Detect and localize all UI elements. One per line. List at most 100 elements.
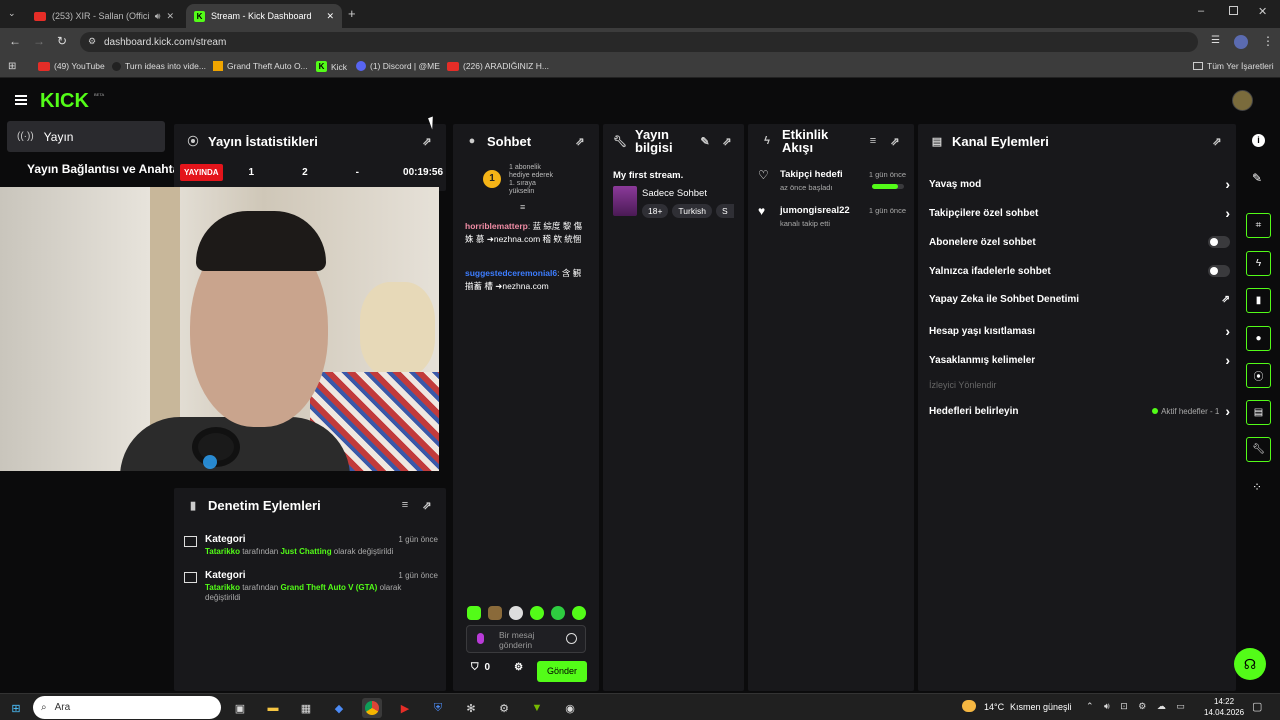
forward-icon[interactable]: → bbox=[33, 34, 45, 48]
mod-entry-user[interactable]: Tatarikko bbox=[205, 583, 240, 592]
popout-icon[interactable]: ⇗ bbox=[1210, 134, 1224, 148]
weather-temp[interactable]: 14°C bbox=[984, 702, 1004, 712]
ai-moderation-row[interactable]: Yapay Zeka ile Sohbet Denetimi ⇗ bbox=[929, 294, 1230, 305]
banned-words-row[interactable]: Yasaklanmış kelimeler › bbox=[929, 352, 1230, 368]
rail-button-stats[interactable]: ⌗ bbox=[1246, 213, 1271, 238]
chat-username[interactable]: horriblematterp bbox=[465, 221, 528, 231]
emote-icon[interactable] bbox=[551, 606, 565, 620]
send-button[interactable]: Gönder bbox=[537, 661, 587, 682]
chatgpt-icon[interactable]: ✻ bbox=[461, 698, 481, 718]
account-age-row[interactable]: Hesap yaşı kısıtlaması › bbox=[929, 323, 1230, 339]
followers-only-row[interactable]: Takipçilere özel sohbet › bbox=[929, 205, 1230, 221]
all-bookmarks[interactable]: Tüm Yer İşaretleri bbox=[1193, 61, 1274, 71]
clock-time[interactable]: 14:22 bbox=[1214, 697, 1234, 706]
kick-logo[interactable]: KICK bbox=[40, 90, 89, 113]
tag[interactable]: S bbox=[715, 204, 734, 218]
emote-icon[interactable] bbox=[509, 606, 523, 620]
filter-icon[interactable]: ≡ bbox=[398, 498, 412, 512]
rail-button-broadcast[interactable]: ⦿ bbox=[1246, 363, 1271, 388]
bookmark-gta[interactable]: Grand Theft Auto O... bbox=[213, 61, 308, 71]
chat-username[interactable]: suggestedceremonial6 bbox=[465, 268, 557, 278]
bookmark-youtube[interactable]: (49) YouTube bbox=[38, 61, 105, 71]
mod-entry-user[interactable]: Tatarikko bbox=[205, 547, 240, 556]
site-info-icon[interactable]: ⚙ bbox=[88, 36, 96, 47]
bookmark-kick[interactable]: K Kick bbox=[316, 61, 347, 72]
youtube-app-icon[interactable]: ▶ bbox=[395, 698, 415, 718]
popout-icon[interactable]: ⇗ bbox=[420, 134, 434, 148]
emote-icon[interactable] bbox=[488, 606, 502, 620]
editor-icon[interactable]: ◆ bbox=[329, 698, 349, 718]
subscribers-only-toggle[interactable] bbox=[1208, 236, 1230, 248]
rail-button-activity[interactable]: ϟ bbox=[1246, 251, 1271, 276]
activity-item-title[interactable]: jumongisreal22 bbox=[780, 205, 850, 216]
chrome-icon[interactable] bbox=[362, 698, 382, 718]
bookmark-discord[interactable]: (1) Discord | @ME bbox=[356, 61, 440, 71]
hamburger-icon[interactable] bbox=[15, 95, 27, 105]
bookmark-aradiginiz[interactable]: (226) ARADIĞINIZ H... bbox=[447, 61, 549, 71]
emotes-only-toggle[interactable] bbox=[1208, 265, 1230, 277]
popout-icon[interactable]: ⇗ bbox=[720, 134, 734, 148]
reload-icon[interactable]: ↻ bbox=[57, 34, 67, 48]
collapse-icon[interactable]: ≡ bbox=[520, 202, 525, 212]
filter-icon[interactable]: ≡ bbox=[866, 134, 880, 148]
settings-icon[interactable]: ⚙ bbox=[514, 662, 523, 673]
category-name[interactable]: Sadece Sohbet bbox=[642, 188, 707, 199]
edit-layout-icon[interactable]: ✎ bbox=[1252, 171, 1262, 185]
clock-date[interactable]: 14.04.2026 bbox=[1204, 708, 1244, 717]
windows-start-icon[interactable]: ⊞ bbox=[6, 698, 26, 718]
menu-icon[interactable]: ⋮ bbox=[1262, 34, 1274, 48]
emote-icon[interactable] bbox=[467, 606, 481, 620]
rail-button-channel[interactable]: ▤ bbox=[1246, 400, 1271, 425]
notifications-icon[interactable]: ▢ bbox=[1252, 700, 1262, 713]
mod-entry-target[interactable]: Just Chatting bbox=[280, 547, 331, 556]
tray-icons[interactable]: ⌃ 🔊︎ ⊡ ⚙ ☁ ▭ bbox=[1086, 701, 1189, 712]
emoji-icon[interactable] bbox=[566, 633, 577, 644]
more-icon[interactable]: ⁘ bbox=[1252, 480, 1262, 494]
profile-avatar[interactable] bbox=[1234, 35, 1248, 49]
goals-row[interactable]: Hedefleri belirleyin Aktif hedefler - 1 › bbox=[929, 403, 1230, 419]
tag[interactable]: 18+ bbox=[642, 204, 669, 218]
slow-mode-row[interactable]: Yavaş mod › bbox=[929, 176, 1230, 192]
popout-icon[interactable]: ⇗ bbox=[420, 498, 434, 512]
rail-button-chat[interactable]: ● bbox=[1246, 326, 1271, 351]
close-tab-icon[interactable]: ✕ bbox=[326, 11, 334, 22]
minimize-button[interactable]: – bbox=[1198, 5, 1204, 17]
close-tab-icon[interactable]: ✕ bbox=[166, 11, 174, 22]
extensions-icon[interactable]: ☰ bbox=[1211, 35, 1220, 46]
sidebar-item-stream-key[interactable]: Yayın Bağlantısı ve Anahtarı bbox=[27, 162, 187, 176]
apps-icon[interactable]: ⊞ bbox=[8, 61, 16, 72]
mic-icon[interactable] bbox=[477, 633, 484, 644]
bookmark-turn-ideas[interactable]: Turn ideas into vide... bbox=[112, 61, 206, 71]
tab-youtube[interactable]: (253) XIR - Sallan (Official V 🔊︎ ✕ bbox=[26, 4, 182, 28]
close-window-button[interactable]: ✕ bbox=[1258, 5, 1267, 18]
nvidia-icon[interactable]: ▼ bbox=[527, 698, 547, 718]
maximize-button[interactable] bbox=[1229, 6, 1238, 15]
emote-icon[interactable] bbox=[530, 606, 544, 620]
info-icon[interactable]: i bbox=[1252, 134, 1265, 147]
back-icon[interactable]: ← bbox=[9, 34, 21, 48]
emote-icon[interactable] bbox=[572, 606, 586, 620]
tag[interactable]: Turkish bbox=[672, 204, 712, 218]
speaker-icon[interactable]: 🔊︎ bbox=[155, 11, 161, 22]
rail-button-moderation[interactable]: ▮ bbox=[1246, 288, 1271, 313]
tab-kick-dashboard[interactable]: K Stream - Kick Dashboard ✕ bbox=[186, 4, 342, 28]
popout-icon[interactable]: ⇗ bbox=[573, 134, 587, 148]
points-icon[interactable]: ⛉ bbox=[471, 662, 479, 673]
new-tab-button[interactable]: + bbox=[348, 6, 356, 21]
popout-icon[interactable]: ⇗ bbox=[888, 134, 902, 148]
sidebar-item-yayin[interactable]: ((·)) Yayın bbox=[7, 121, 165, 152]
steam-icon[interactable]: ⚙ bbox=[494, 698, 514, 718]
user-avatar[interactable] bbox=[1232, 90, 1253, 111]
edit-icon[interactable]: ✎ bbox=[698, 134, 712, 148]
file-explorer-icon[interactable]: ▬ bbox=[263, 698, 283, 718]
url-input[interactable]: ⚙ dashboard.kick.com/stream bbox=[80, 32, 1198, 52]
mod-entry-target[interactable]: Grand Theft Auto V (GTA) bbox=[280, 583, 377, 592]
store-icon[interactable]: ▦ bbox=[296, 698, 316, 718]
rail-button-stream-info[interactable]: 🔧︎ bbox=[1246, 437, 1271, 462]
support-button[interactable]: ☊ bbox=[1234, 648, 1266, 680]
pinned-gift-card[interactable]: 1 1 abonelik hediye ederek 1. sıraya yük… bbox=[483, 164, 583, 196]
taskbar-search[interactable]: ⌕ Ara bbox=[33, 696, 221, 719]
shield-app-icon[interactable]: ⛨ bbox=[428, 698, 448, 718]
chat-input[interactable]: Bir mesaj gönderin bbox=[466, 625, 586, 653]
task-view-icon[interactable]: ▣ bbox=[230, 698, 250, 718]
